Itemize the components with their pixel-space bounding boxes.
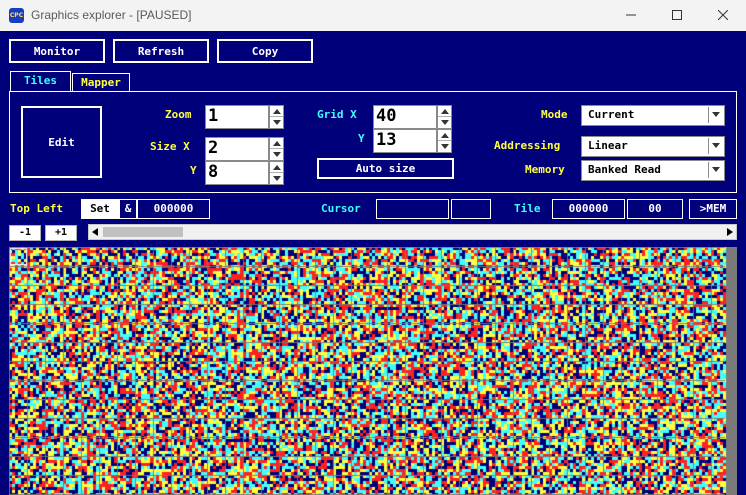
tab-tiles[interactable]: Tiles [10, 71, 71, 92]
maximize-button[interactable] [654, 0, 700, 31]
size-x-stepper[interactable] [269, 137, 284, 161]
client-area: Monitor Refresh Copy Tiles Mapper Edit Z… [0, 31, 746, 495]
top-left-field[interactable]: 000000 [137, 199, 210, 219]
tab-mapper[interactable]: Mapper [72, 73, 130, 92]
size-x-field[interactable]: 2 [205, 137, 269, 161]
grid-y-label: Y [358, 132, 365, 145]
memory-label: Memory [525, 163, 565, 176]
close-icon [718, 10, 728, 20]
spin-down-icon[interactable] [270, 173, 283, 184]
auto-size-button[interactable]: Auto size [317, 158, 454, 179]
spin-down-icon[interactable] [438, 141, 451, 152]
chevron-down-icon[interactable] [708, 138, 723, 154]
spin-down-icon[interactable] [270, 149, 283, 160]
scroll-left-icon[interactable] [92, 228, 98, 236]
chevron-down-icon[interactable] [708, 162, 723, 178]
size-y-field[interactable]: 8 [205, 161, 269, 185]
title-bar: CPC Graphics explorer - [PAUSED] [0, 0, 746, 31]
app-icon: CPC [9, 8, 24, 23]
spin-up-icon[interactable] [438, 106, 451, 117]
memory-select-value: Banked Read [588, 163, 661, 176]
tile-grid-canvas[interactable] [9, 247, 737, 495]
close-button[interactable] [700, 0, 746, 31]
spin-up-icon[interactable] [438, 130, 451, 141]
spin-down-icon[interactable] [438, 117, 451, 128]
maximize-icon [672, 10, 682, 20]
spin-up-icon[interactable] [270, 162, 283, 173]
spin-down-icon[interactable] [270, 117, 283, 128]
size-x-label: Size X [150, 140, 190, 153]
size-y-stepper[interactable] [269, 161, 284, 185]
top-left-label: Top Left [10, 202, 63, 215]
zoom-stepper[interactable] [269, 105, 284, 129]
memory-select[interactable]: Banked Read [581, 160, 725, 181]
spin-up-icon[interactable] [270, 106, 283, 117]
grid-y-stepper[interactable] [437, 129, 452, 153]
cursor-label: Cursor [321, 202, 361, 215]
addressing-select-value: Linear [588, 139, 628, 152]
size-y-label: Y [190, 164, 197, 177]
addressing-label: Addressing [494, 139, 561, 152]
mode-select-value: Current [588, 108, 635, 121]
grid-x-label: Grid X [317, 108, 357, 121]
amp-label: & [119, 199, 137, 219]
window-title: Graphics explorer - [PAUSED] [31, 8, 192, 22]
mode-select[interactable]: Current [581, 105, 725, 126]
tile-address-field: 000000 [552, 199, 625, 219]
mem-button[interactable]: >MEM [689, 199, 737, 219]
refresh-button[interactable]: Refresh [113, 39, 209, 63]
minimize-button[interactable] [608, 0, 654, 31]
zoom-label: Zoom [165, 108, 192, 121]
addressing-select[interactable]: Linear [581, 136, 725, 157]
cursor-index-field [451, 199, 491, 219]
tiles-panel: Edit Zoom 1 Size X 2 Y 8 Grid X 40 Y 13 [9, 91, 737, 193]
zoom-field[interactable]: 1 [205, 105, 269, 129]
scroll-thumb[interactable] [103, 227, 183, 237]
minus-one-button[interactable]: -1 [9, 225, 41, 241]
cursor-address-field [376, 199, 449, 219]
edit-button[interactable]: Edit [21, 106, 102, 178]
grid-x-stepper[interactable] [437, 105, 452, 129]
mode-label: Mode [541, 108, 568, 121]
copy-button[interactable]: Copy [217, 39, 313, 63]
spin-up-icon[interactable] [270, 138, 283, 149]
minimize-icon [626, 14, 636, 16]
monitor-button[interactable]: Monitor [9, 39, 105, 63]
plus-one-button[interactable]: +1 [45, 225, 77, 241]
chevron-down-icon[interactable] [708, 107, 723, 123]
scroll-right-icon[interactable] [727, 228, 733, 236]
horizontal-scrollbar[interactable] [88, 224, 737, 240]
grid-x-field[interactable]: 40 [373, 105, 437, 129]
set-button[interactable]: Set [81, 199, 119, 219]
tile-label: Tile [514, 202, 541, 215]
grid-y-field[interactable]: 13 [373, 129, 437, 153]
tile-index-field: 00 [627, 199, 683, 219]
